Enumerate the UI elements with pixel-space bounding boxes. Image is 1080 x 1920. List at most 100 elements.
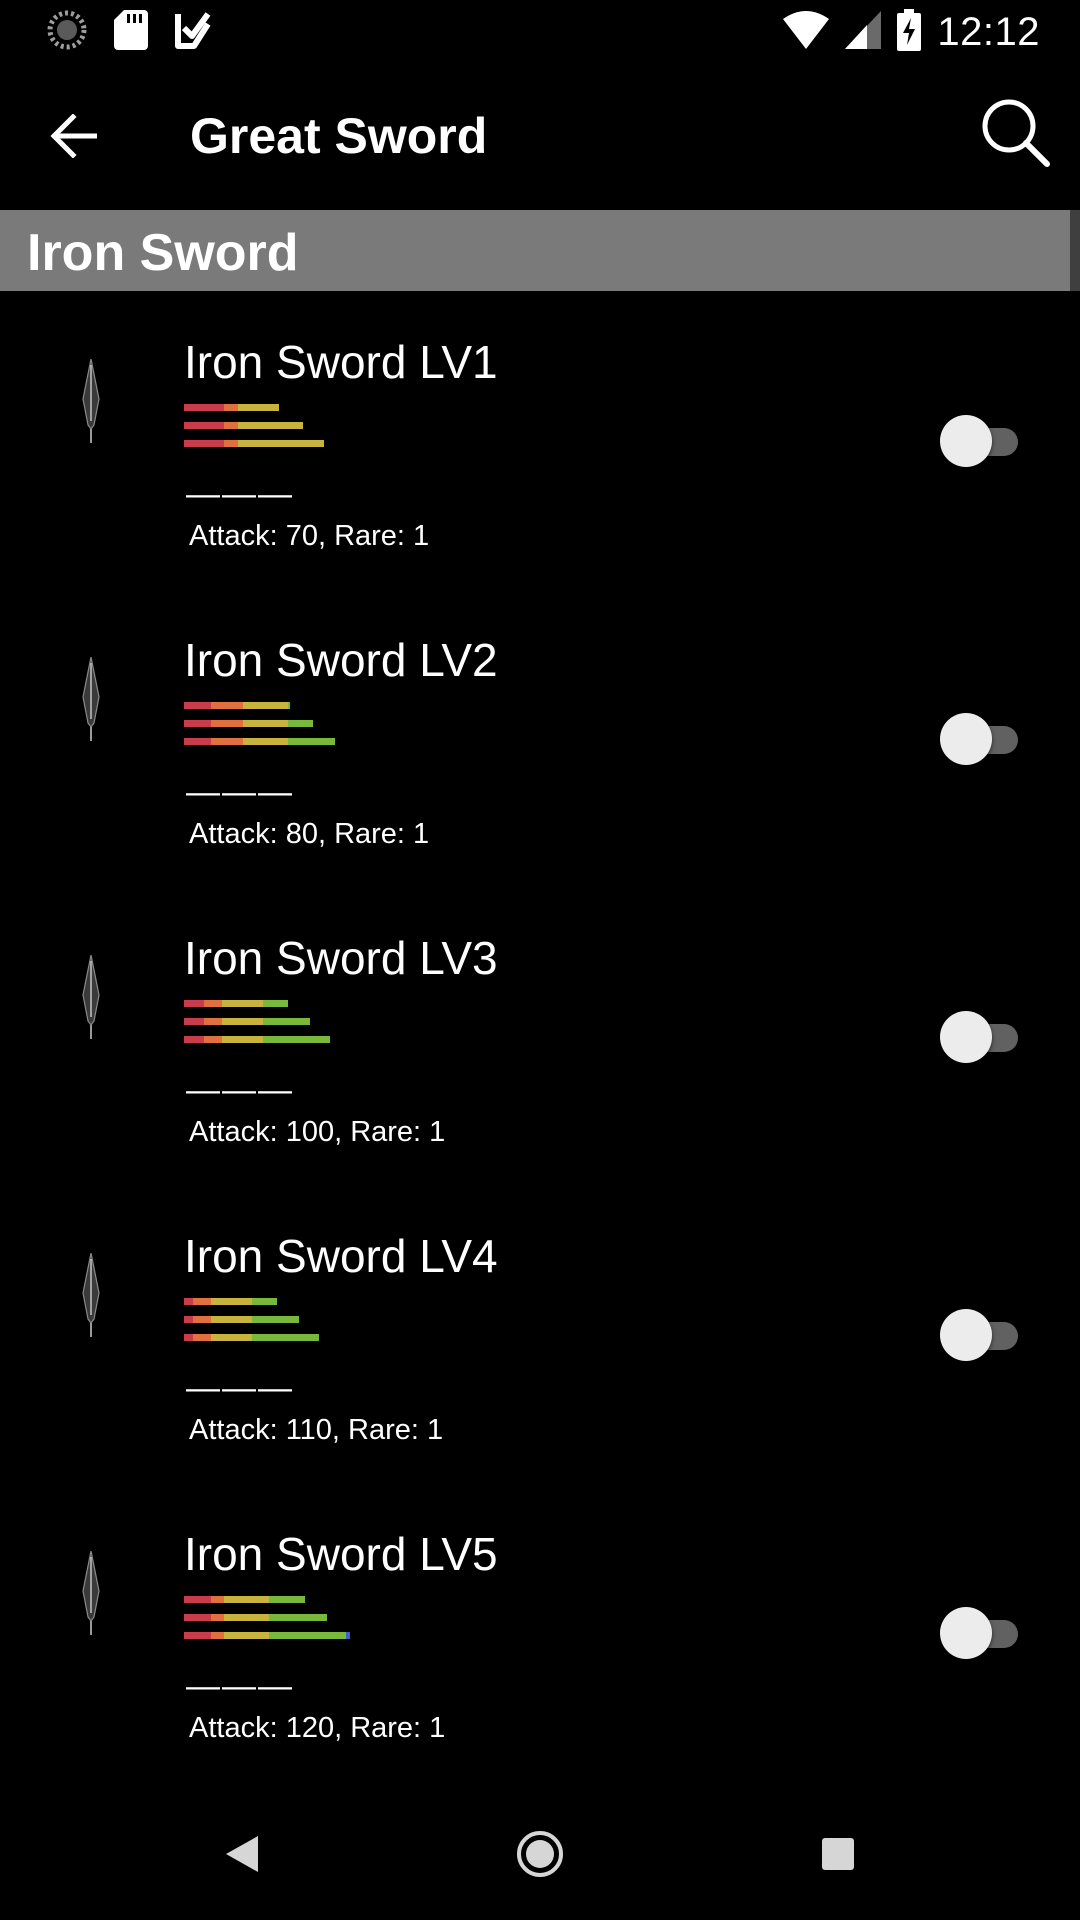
sharpness-segment-yellow (224, 1614, 269, 1621)
sharpness-segment-red (184, 738, 211, 745)
sharpness-segment-yellow (243, 720, 288, 727)
sharpness-segment-blue (346, 1632, 350, 1639)
sharpness-segment-orange (224, 440, 238, 447)
sword-icon (80, 1252, 102, 1339)
toggle-thumb (940, 713, 992, 765)
toggle-thumb (940, 1309, 992, 1361)
sharpness-bar (184, 404, 279, 411)
sharpness-segment-green (269, 1632, 346, 1639)
sharpness-segment-yellow (222, 1018, 263, 1025)
list-item[interactable]: Iron Sword LV4 ——— Attack: 110, Rare: 1 (0, 1185, 1080, 1483)
sharpness-segment-red (184, 1018, 204, 1025)
sharpness-segment-red (184, 440, 224, 447)
sharpness-bars (184, 1298, 364, 1341)
sharpness-segment-red (184, 1316, 193, 1323)
sharpness-bar (184, 422, 303, 429)
back-button[interactable] (44, 109, 102, 167)
sharpness-segment-red (184, 1036, 204, 1043)
status-bar: 12:12 (0, 0, 1080, 63)
item-name: Iron Sword LV5 (184, 1528, 498, 1580)
cell-signal-icon (845, 10, 882, 54)
sd-card-icon (114, 9, 148, 55)
item-stats: Attack: 80, Rare: 1 (189, 818, 430, 850)
list-item[interactable]: Iron Sword LV1 ——— Attack: 70, Rare: 1 (0, 291, 1080, 589)
sharpness-segment-red (184, 422, 224, 429)
sword-icon (80, 358, 102, 445)
sharpness-bar (184, 738, 335, 745)
toggle-switch[interactable] (940, 414, 1024, 468)
item-name: Iron Sword LV4 (184, 1230, 498, 1282)
sharpness-segment-green (252, 1298, 277, 1305)
sharpness-bar (184, 1000, 288, 1007)
sharpness-segment-yellow (224, 1632, 269, 1639)
search-icon (979, 96, 1051, 173)
loading-circle-icon (46, 9, 88, 56)
sharpness-bars (184, 1000, 364, 1043)
nav-back-button[interactable] (210, 1824, 274, 1888)
sharpness-segment-orange (224, 422, 238, 429)
sharpness-segment-orange (211, 720, 243, 727)
sharpness-segment-red (184, 1298, 193, 1305)
sharpness-segment-orange (204, 1000, 222, 1007)
sword-icon (80, 954, 102, 1041)
item-name: Iron Sword LV2 (184, 634, 498, 686)
sharpness-bars (184, 1596, 364, 1639)
sharpness-bar (184, 1298, 277, 1305)
sharpness-segment-red (184, 404, 224, 411)
sharpness-bars (184, 702, 364, 745)
toggle-switch[interactable] (940, 1010, 1024, 1064)
sharpness-segment-yellow (243, 702, 288, 709)
sharpness-bars (184, 404, 364, 447)
toggle-switch[interactable] (940, 1308, 1024, 1362)
toggle-thumb (940, 415, 992, 467)
sharpness-segment-green (288, 702, 290, 709)
item-stats: Attack: 70, Rare: 1 (189, 520, 430, 552)
sharpness-segment-yellow (211, 1334, 252, 1341)
toggle-switch[interactable] (940, 712, 1024, 766)
sharpness-bar (184, 1334, 319, 1341)
sharpness-segment-yellow (243, 738, 288, 745)
arrow-back-icon (49, 112, 98, 163)
status-time: 12:12 (937, 9, 1040, 54)
status-left-icons (46, 9, 212, 56)
sharpness-segment-red (184, 1334, 193, 1341)
nav-home-icon (516, 1830, 564, 1883)
decoration-slots: ——— (186, 1071, 294, 1109)
sharpness-segment-orange (224, 404, 238, 411)
list-item[interactable]: Iron Sword LV3 ——— Attack: 100, Rare: 1 (0, 887, 1080, 1185)
list-item[interactable]: Iron Sword LV5 ——— Attack: 120, Rare: 1 (0, 1483, 1080, 1781)
sharpness-segment-yellow (211, 1316, 252, 1323)
nav-recents-button[interactable] (806, 1824, 870, 1888)
item-list: Iron Sword LV1 ——— Attack: 70, Rare: 1 I… (0, 291, 1080, 1781)
sharpness-segment-orange (204, 1018, 222, 1025)
scrollbar[interactable] (1070, 210, 1080, 291)
decoration-slots: ——— (186, 773, 294, 811)
decoration-slots: ——— (186, 1667, 294, 1705)
decoration-slots: ——— (186, 475, 294, 513)
page-title: Great Sword (190, 108, 488, 164)
toggle-thumb (940, 1011, 992, 1063)
sharpness-segment-green (252, 1316, 299, 1323)
sword-icon (80, 1550, 102, 1637)
nav-home-button[interactable] (508, 1824, 572, 1888)
sharpness-segment-orange (193, 1298, 211, 1305)
nav-recents-icon (821, 1837, 855, 1876)
search-button[interactable] (978, 97, 1052, 171)
sharpness-segment-orange (193, 1334, 211, 1341)
sharpness-segment-red (184, 1614, 211, 1621)
sharpness-segment-yellow (238, 422, 303, 429)
sharpness-segment-green (269, 1596, 305, 1603)
status-right-icons: 12:12 (783, 8, 1040, 56)
sharpness-segment-red (184, 1000, 204, 1007)
navigation-bar (0, 1792, 1080, 1920)
sharpness-segment-yellow (224, 1596, 269, 1603)
sharpness-segment-green (288, 738, 335, 745)
sharpness-bar (184, 1596, 305, 1603)
sharpness-segment-yellow (222, 1036, 263, 1043)
list-item[interactable]: Iron Sword LV2 ——— Attack: 80, Rare: 1 (0, 589, 1080, 887)
sharpness-bar (184, 702, 290, 709)
item-name: Iron Sword LV1 (184, 336, 498, 388)
sharpness-segment-yellow (238, 404, 279, 411)
toggle-switch[interactable] (940, 1606, 1024, 1660)
sharpness-segment-green (269, 1614, 327, 1621)
